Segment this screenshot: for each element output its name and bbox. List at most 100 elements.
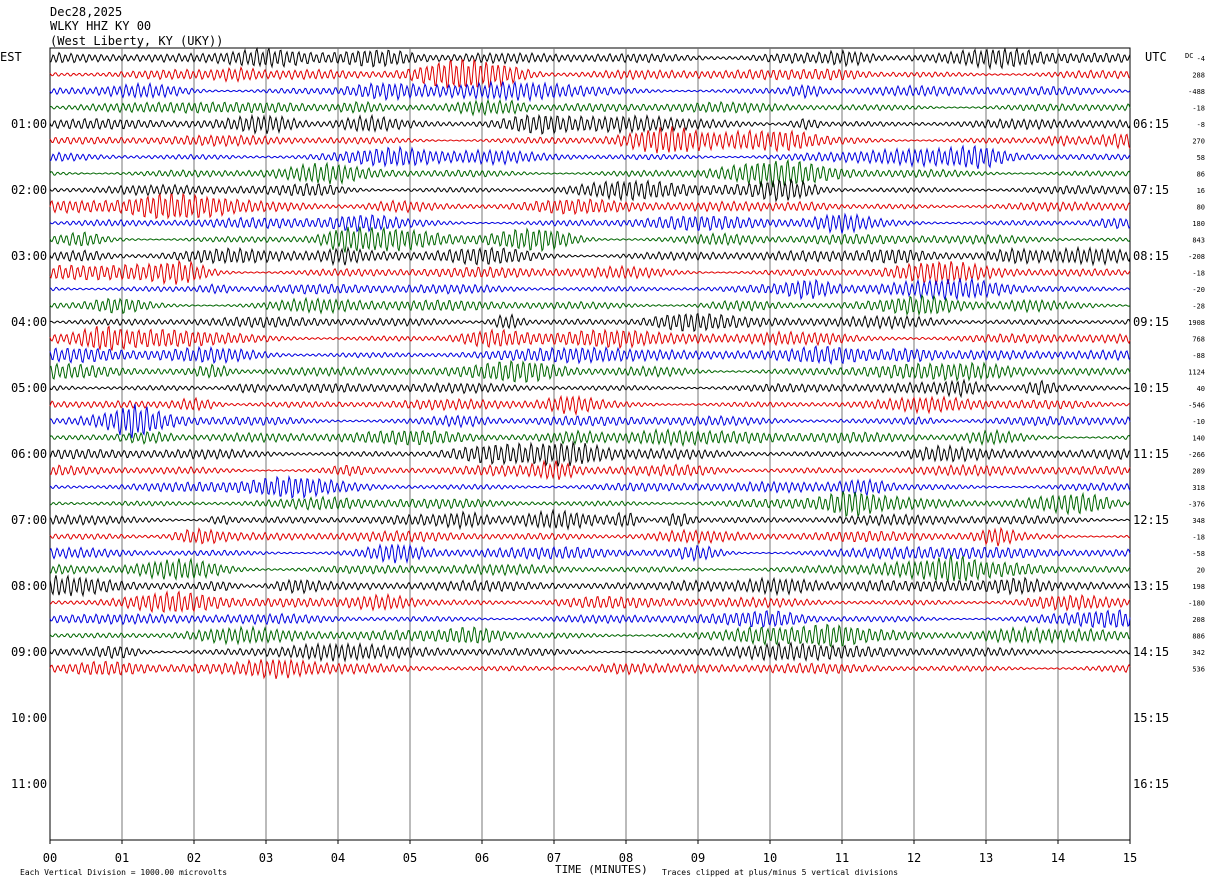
- dc-offset-label: 208: [1192, 616, 1205, 624]
- dc-offset-label: -28: [1192, 303, 1205, 311]
- seismic-trace-line: [49, 312, 1131, 333]
- dc-offset-label: 140: [1192, 435, 1205, 443]
- x-tick-label: 09: [691, 851, 705, 865]
- utc-hour-label: 13:15: [1133, 579, 1169, 593]
- minute-gridlines: [121, 48, 1059, 840]
- est-hour-label: 11:00: [11, 777, 47, 791]
- footer-clip-note: Traces clipped at plus/minus 5 vertical …: [662, 868, 898, 877]
- dc-offset-label: -180: [1188, 600, 1205, 608]
- dc-offset-label: -18: [1192, 270, 1205, 278]
- est-hour-label: 10:00: [11, 711, 47, 725]
- dc-offset-label: -88: [1192, 352, 1205, 360]
- utc-hour-label: 10:15: [1133, 381, 1169, 395]
- est-hour-label: 08:00: [11, 579, 47, 593]
- seismic-trace-line: [49, 394, 1131, 417]
- utc-hour-label: 15:15: [1133, 711, 1169, 725]
- seismic-trace-line: [49, 658, 1131, 680]
- seismic-trace-line: [49, 46, 1131, 71]
- utc-hour-label: 16:15: [1133, 777, 1169, 791]
- plot-frame: [49, 47, 1131, 841]
- seismic-trace-line: [49, 212, 1131, 234]
- header-date: Dec28,2025: [50, 5, 122, 19]
- utc-hour-label: 07:15: [1133, 183, 1169, 197]
- dc-offset-label: 843: [1192, 237, 1205, 245]
- seismic-trace-line: [49, 554, 1131, 583]
- seismic-trace-line: [49, 526, 1131, 547]
- est-hour-label: 06:00: [11, 447, 47, 461]
- right-zone-label: UTC: [1145, 50, 1167, 64]
- dc-offset-label: 1908: [1188, 319, 1205, 327]
- dc-offset-label: -10: [1192, 418, 1205, 426]
- seismic-trace-line: [49, 325, 1131, 351]
- seismic-trace-line: [49, 609, 1131, 629]
- est-hour-labels: 01:00 02:00 03:00 04:00 05:00 06:00 07:00 08:00…: [11, 117, 47, 791]
- est-hour-label: 03:00: [11, 249, 47, 263]
- seismic-trace-line: [49, 158, 1131, 188]
- seismic-trace-line: [49, 345, 1131, 365]
- seismic-trace-line: [49, 276, 1131, 301]
- seismic-trace-line: [49, 474, 1131, 500]
- dc-offset-label: 80: [1197, 204, 1205, 212]
- seismic-trace-line: [49, 80, 1131, 103]
- x-tick-label: 03: [259, 851, 273, 865]
- dc-offset-label: 270: [1192, 138, 1205, 146]
- seismic-trace-line: [49, 641, 1131, 663]
- seismic-trace-line: [49, 98, 1131, 117]
- x-tick-label: 14: [1051, 851, 1065, 865]
- utc-hour-label: 08:15: [1133, 249, 1169, 263]
- x-tick-label: 12: [907, 851, 921, 865]
- dc-offset-label: 40: [1197, 385, 1205, 393]
- dc-offset-label: -546: [1188, 402, 1205, 410]
- dc-offset-labels: -4 288 -488 -18 -8 270 58 86 16 80 180 843 -208 -18 -2…: [1188, 55, 1205, 674]
- seismic-trace-line: [49, 459, 1131, 481]
- dc-offset-label: 318: [1192, 484, 1205, 492]
- dc-offset-label: -266: [1188, 451, 1205, 459]
- dc-offset-label: 536: [1192, 666, 1205, 674]
- seismic-traces: [49, 46, 1131, 680]
- seismic-trace-line: [49, 113, 1131, 135]
- seismic-trace-line: [49, 58, 1131, 89]
- seismic-trace-line: [49, 226, 1131, 253]
- seismic-trace-line: [49, 245, 1131, 267]
- x-tick-label: 13: [979, 851, 993, 865]
- seismic-trace-line: [49, 491, 1131, 518]
- x-tick-label: 11: [835, 851, 849, 865]
- seismic-trace-line: [49, 359, 1131, 383]
- est-hour-label: 04:00: [11, 315, 47, 329]
- dc-offset-label: 886: [1192, 633, 1205, 641]
- dc-offset-label: -4: [1197, 55, 1205, 63]
- est-hour-label: 07:00: [11, 513, 47, 527]
- x-tick-label: 02: [187, 851, 201, 865]
- x-tick-labels: 00 01 02 03 04 05 06 07 08 09 10 11 12 13 14 15: [43, 840, 1137, 865]
- est-hour-label: 01:00: [11, 117, 47, 131]
- utc-hour-label: 14:15: [1133, 645, 1169, 659]
- dc-offset-label: -18: [1192, 105, 1205, 113]
- dc-offset-label: 180: [1192, 220, 1205, 228]
- helicorder-chart: Dec28,2025 WLKY HHZ KY 00 (West Liberty,…: [0, 5, 1205, 877]
- seismic-trace-line: [49, 259, 1131, 286]
- dc-offset-label: -488: [1188, 88, 1205, 96]
- seismic-trace-line: [49, 508, 1131, 531]
- x-tick-label: 05: [403, 851, 417, 865]
- seismic-trace-line: [49, 543, 1131, 564]
- seismic-trace-line: [49, 574, 1131, 598]
- dc-offset-label: -18: [1192, 534, 1205, 542]
- dc-offset-label: 768: [1192, 336, 1205, 344]
- est-hour-label: 09:00: [11, 645, 47, 659]
- header-location: (West Liberty, KY (UKY)): [50, 34, 223, 48]
- utc-hour-label: 12:15: [1133, 513, 1169, 527]
- seismic-trace-line: [49, 178, 1131, 203]
- seismic-trace-line: [49, 403, 1131, 439]
- dc-offset-label: 198: [1192, 583, 1205, 591]
- seismic-trace-line: [49, 192, 1131, 220]
- dc-offset-label: 348: [1192, 517, 1205, 525]
- dc-offset-label: 288: [1192, 72, 1205, 80]
- seismic-trace-line: [49, 590, 1131, 614]
- x-axis-label: TIME (MINUTES): [555, 863, 648, 876]
- est-hour-label: 05:00: [11, 381, 47, 395]
- dc-offset-label: -58: [1192, 550, 1205, 558]
- est-hour-label: 02:00: [11, 183, 47, 197]
- seismic-trace-line: [49, 144, 1131, 169]
- dc-offset-label: 1124: [1188, 369, 1205, 377]
- dc-offset-label: 342: [1192, 649, 1205, 657]
